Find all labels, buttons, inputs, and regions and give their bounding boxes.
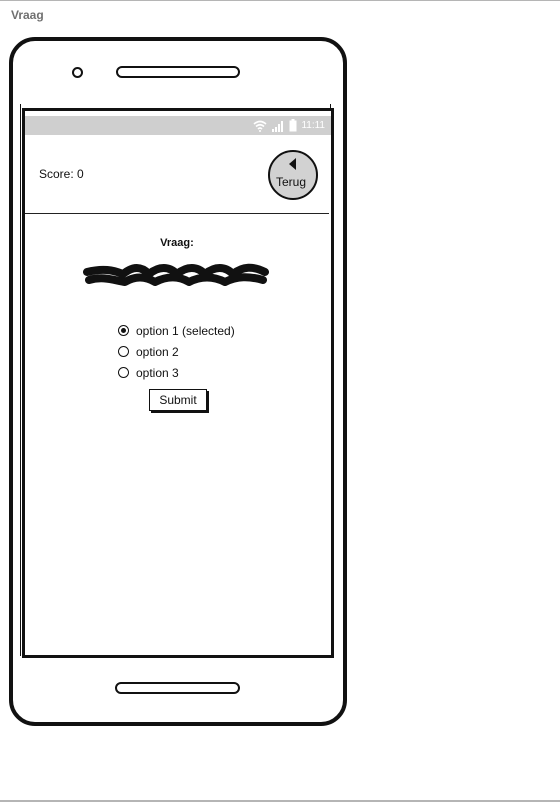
option-1[interactable]: option 1 (selected) — [118, 320, 235, 341]
option-list: option 1 (selected) option 2 option 3 — [118, 320, 235, 383]
speaker-grille — [116, 66, 240, 78]
option-2[interactable]: option 2 — [118, 341, 235, 362]
question-label: Vraag: — [160, 237, 194, 249]
radio-1[interactable] — [118, 325, 129, 336]
wifi-icon — [253, 120, 267, 132]
page-title: Vraag — [11, 8, 44, 22]
battery-icon — [289, 119, 297, 132]
submit-button[interactable]: Submit — [149, 389, 207, 411]
home-bar — [115, 682, 240, 694]
option-3[interactable]: option 3 — [118, 362, 235, 383]
status-bar: 11:11 — [25, 116, 331, 135]
camera-icon — [72, 67, 83, 78]
option-2-label: option 2 — [136, 344, 179, 359]
screen-edge-left — [20, 104, 21, 656]
phone-screen: 11:11 Score: 0 Terug Vraag: option 1 (se… — [22, 108, 334, 658]
back-button-label: Terug — [276, 175, 307, 189]
option-1-label: option 1 (selected) — [136, 323, 235, 338]
back-arrow-icon — [289, 158, 296, 170]
score-label: Score: 0 — [39, 167, 84, 181]
option-3-label: option 3 — [136, 365, 179, 380]
signal-icon — [272, 120, 284, 132]
radio-3[interactable] — [118, 367, 129, 378]
status-time: 11:11 — [301, 120, 325, 131]
radio-2[interactable] — [118, 346, 129, 357]
bottom-divider — [0, 800, 560, 802]
header-panel: Score: 0 Terug — [25, 135, 329, 214]
top-divider — [0, 0, 560, 1]
question-text-scribble — [83, 263, 269, 286]
back-button[interactable]: Terug — [268, 150, 318, 200]
